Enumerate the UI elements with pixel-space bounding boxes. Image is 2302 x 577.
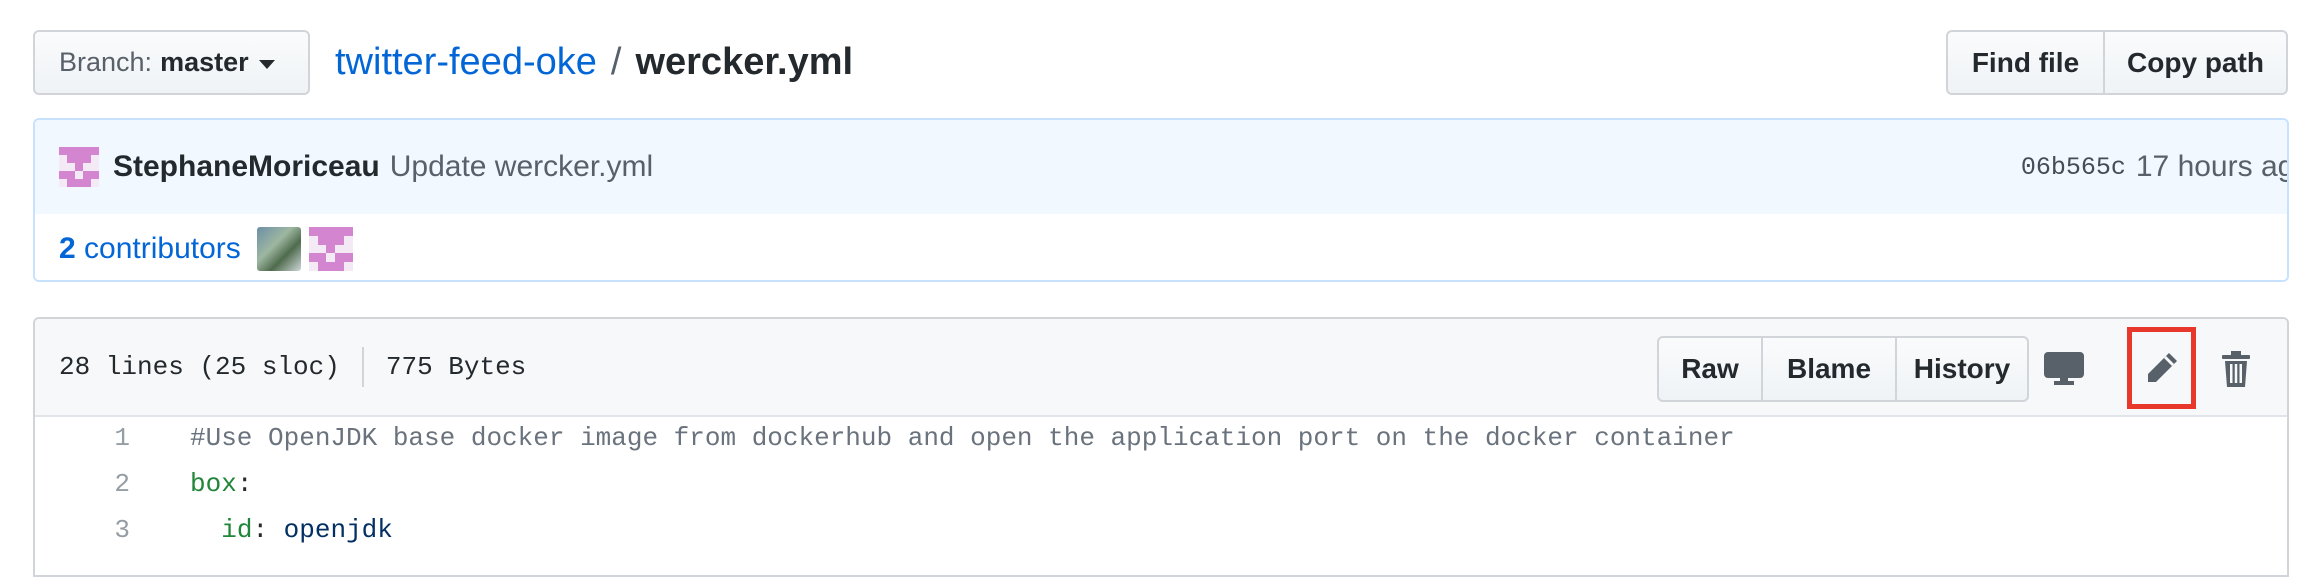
contributors-row: 2 contributors bbox=[35, 214, 2287, 280]
find-file-button[interactable]: Find file bbox=[1948, 32, 2103, 93]
contributors-label: contributors bbox=[84, 232, 241, 265]
raw-button[interactable]: Raw bbox=[1659, 338, 1761, 400]
file-actions: Raw Blame History bbox=[1657, 336, 2029, 402]
code-content: box: bbox=[190, 469, 252, 499]
code-line: 1 #Use OpenJDK base docker image from do… bbox=[35, 415, 2287, 461]
commit-time: 17 hours ago bbox=[2135, 150, 2287, 183]
line-number[interactable]: 2 bbox=[35, 469, 130, 499]
desktop-icon[interactable] bbox=[2040, 345, 2088, 393]
code-block: 1 #Use OpenJDK base docker image from do… bbox=[35, 415, 2287, 553]
file-line-count: 28 lines (25 sloc) bbox=[59, 352, 340, 382]
code-content: id: openjdk bbox=[190, 515, 393, 545]
author-avatar[interactable] bbox=[59, 147, 99, 187]
file-name: wercker.yml bbox=[635, 40, 854, 83]
caret-down-icon bbox=[258, 59, 275, 69]
breadcrumb-separator: / bbox=[610, 40, 622, 83]
yaml-value: openjdk bbox=[283, 515, 393, 545]
file-info: 28 lines (25 sloc) 775 Bytes bbox=[59, 347, 526, 387]
contributor-avatar[interactable] bbox=[256, 227, 301, 271]
pencil-icon bbox=[2147, 353, 2177, 382]
file-header: 28 lines (25 sloc) 775 Bytes Raw Blame H… bbox=[35, 319, 2287, 417]
breadcrumb: twitter-feed-oke / wercker.yml bbox=[335, 34, 853, 90]
trash-icon[interactable] bbox=[2212, 345, 2260, 393]
history-button[interactable]: History bbox=[1895, 338, 2027, 400]
code-content: #Use OpenJDK base docker image from dock… bbox=[190, 423, 1735, 453]
yaml-key: id bbox=[221, 515, 253, 545]
commit-meta: 06b565c 17 hours ago bbox=[2021, 150, 2287, 184]
file-size: 775 Bytes bbox=[385, 352, 527, 382]
branch-label: Branch: bbox=[59, 47, 153, 77]
commit-message[interactable]: Update wercker.yml bbox=[390, 150, 653, 184]
commit-author[interactable]: StephaneMoriceau bbox=[113, 150, 380, 184]
blame-button[interactable]: Blame bbox=[1761, 338, 1895, 400]
commit-tease: StephaneMoriceau Update wercker.yml 06b5… bbox=[33, 118, 2289, 282]
contributors-link[interactable]: 2 contributors bbox=[59, 232, 241, 266]
line-number[interactable]: 1 bbox=[35, 423, 130, 453]
branch-selector-button[interactable]: Branch: master bbox=[33, 30, 310, 95]
code-line: 3 id: openjdk bbox=[35, 507, 2287, 553]
contributor-avatar[interactable] bbox=[308, 227, 353, 271]
file-navigation-actions: Find file Copy path bbox=[1946, 30, 2288, 95]
contributors-count: 2 bbox=[59, 232, 76, 265]
code-line: 2 box: bbox=[35, 461, 2287, 507]
yaml-colon: : bbox=[236, 469, 253, 499]
line-number[interactable]: 3 bbox=[35, 515, 130, 545]
latest-commit-row: StephaneMoriceau Update wercker.yml 06b5… bbox=[35, 120, 2287, 216]
edit-file-button[interactable] bbox=[2127, 327, 2196, 409]
file-viewer: 28 lines (25 sloc) 775 Bytes Raw Blame H… bbox=[33, 317, 2289, 577]
branch-value: master bbox=[160, 47, 249, 77]
repo-link[interactable]: twitter-feed-oke bbox=[335, 41, 597, 84]
yaml-key: box bbox=[190, 469, 237, 499]
yaml-colon: : bbox=[252, 515, 284, 545]
copy-path-button[interactable]: Copy path bbox=[2103, 32, 2286, 93]
commit-sha[interactable]: 06b565c bbox=[2021, 153, 2126, 182]
divider bbox=[361, 347, 364, 387]
